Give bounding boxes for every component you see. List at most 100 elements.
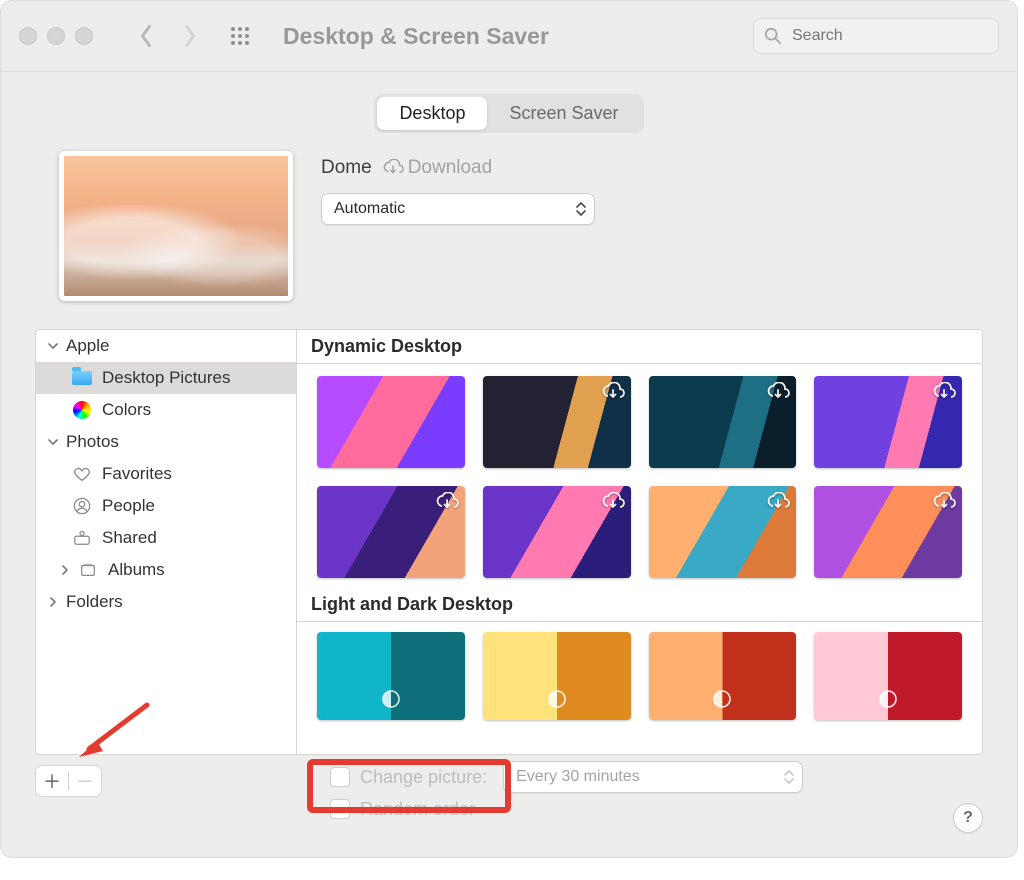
sidebar-item-label: Favorites <box>102 464 172 484</box>
wallpaper-thumb[interactable] <box>814 486 962 578</box>
download-cloud-icon <box>766 492 790 517</box>
chevron-right-icon <box>58 565 72 575</box>
thumb-row <box>297 474 982 584</box>
current-wallpaper-section: Dome Download Automatic <box>1 133 1017 301</box>
segmented-control: Desktop Screen Saver <box>374 94 643 133</box>
close-window-button[interactable] <box>19 27 37 45</box>
dynamic-mode-icon <box>547 689 567 714</box>
dynamic-mode-icon <box>381 689 401 714</box>
window-title: Desktop & Screen Saver <box>283 23 549 50</box>
search-input[interactable] <box>790 26 988 46</box>
sidebar-item-albums[interactable]: Albums <box>36 554 296 586</box>
sidebar-item-label: People <box>102 496 155 516</box>
forward-button[interactable] <box>173 19 207 53</box>
toolbar: Desktop & Screen Saver <box>1 1 1017 72</box>
download-cloud-icon <box>382 159 404 177</box>
source-sidebar: Apple Desktop Pictures Colors Photos Fav… <box>35 329 296 755</box>
search-field[interactable] <box>753 18 999 54</box>
wallpaper-thumb[interactable] <box>483 376 631 468</box>
sidebar-label: Folders <box>66 592 123 612</box>
download-label: Download <box>408 157 493 179</box>
person-circle-icon <box>72 496 92 516</box>
download-cloud-icon <box>932 492 956 517</box>
download-cloud-icon <box>766 382 790 407</box>
download-cloud-icon <box>932 382 956 407</box>
shared-icon <box>72 528 92 548</box>
sidebar-item-label: Albums <box>108 560 165 580</box>
main-split: Apple Desktop Pictures Colors Photos Fav… <box>35 329 983 755</box>
window-controls <box>19 27 93 45</box>
gallery-group-title: Dynamic Desktop <box>297 330 982 364</box>
wallpaper-thumb[interactable] <box>483 632 631 720</box>
sidebar-item-label: Colors <box>102 400 151 420</box>
sidebar-item-shared[interactable]: Shared <box>36 522 296 554</box>
change-interval-select[interactable]: Every 30 minutes <box>503 761 803 793</box>
tab-bar: Desktop Screen Saver <box>1 94 1017 133</box>
random-order-checkbox[interactable] <box>330 799 350 819</box>
sidebar-item-colors[interactable]: Colors <box>36 394 296 426</box>
wallpaper-thumb[interactable] <box>814 632 962 720</box>
wallpaper-thumb[interactable] <box>814 376 962 468</box>
help-button[interactable]: ? <box>953 803 983 833</box>
gallery-group-title: Light and Dark Desktop <box>297 584 982 622</box>
wallpaper-thumb[interactable] <box>483 486 631 578</box>
folder-icon <box>72 368 92 388</box>
bottom-controls: ＋ － Change picture: Every 30 minutes <box>35 761 983 825</box>
chevron-down-icon <box>46 341 60 351</box>
change-picture-checkbox[interactable] <box>330 767 350 787</box>
chevron-right-icon <box>181 24 199 48</box>
dynamic-mode-icon <box>878 689 898 714</box>
display-mode-select[interactable]: Automatic <box>321 193 595 225</box>
chevron-left-icon <box>137 24 155 48</box>
color-wheel-icon <box>72 400 92 420</box>
rotation-options: Change picture: Every 30 minutes Random … <box>330 761 803 825</box>
thumb-row <box>297 364 982 474</box>
show-all-button[interactable] <box>223 19 257 53</box>
wallpaper-meta: Dome Download Automatic <box>321 151 595 225</box>
wallpaper-thumb[interactable] <box>317 376 465 468</box>
download-link[interactable]: Download <box>382 157 493 179</box>
sidebar-item-favorites[interactable]: Favorites <box>36 458 296 490</box>
sidebar-group-folders[interactable]: Folders <box>36 586 296 618</box>
select-stepper-icon <box>576 202 586 216</box>
zoom-window-button[interactable] <box>75 27 93 45</box>
wallpaper-preview <box>59 151 293 301</box>
add-folder-button[interactable]: ＋ <box>36 768 68 794</box>
random-order-label: Random order <box>360 799 475 820</box>
thumb-row <box>297 622 982 720</box>
add-remove-folder: ＋ － <box>35 765 102 797</box>
download-cloud-icon <box>601 382 625 407</box>
sidebar-item-label: Shared <box>102 528 157 548</box>
sidebar-item-people[interactable]: People <box>36 490 296 522</box>
change-picture-label: Change picture: <box>360 767 487 788</box>
sidebar-group-apple[interactable]: Apple <box>36 330 296 362</box>
tab-desktop[interactable]: Desktop <box>377 97 487 130</box>
album-icon <box>78 560 98 580</box>
workspace: Desktop & Screen Saver Desktop Screen Sa… <box>0 0 1024 880</box>
back-button[interactable] <box>129 19 163 53</box>
chevron-right-icon <box>46 597 60 607</box>
grid-icon <box>229 25 251 47</box>
wallpaper-thumb[interactable] <box>649 376 797 468</box>
display-mode-value: Automatic <box>334 200 405 218</box>
wallpaper-name: Dome <box>321 157 372 179</box>
dynamic-mode-icon <box>712 689 732 714</box>
minimize-window-button[interactable] <box>47 27 65 45</box>
wallpaper-thumb[interactable] <box>649 486 797 578</box>
wallpaper-gallery[interactable]: Dynamic Desktop Light and Dark Desktop <box>296 329 983 755</box>
wallpaper-thumb[interactable] <box>317 632 465 720</box>
tab-screen-saver[interactable]: Screen Saver <box>487 97 640 130</box>
chevron-down-icon <box>46 437 60 447</box>
wallpaper-thumb[interactable] <box>649 632 797 720</box>
download-cloud-icon <box>435 492 459 517</box>
remove-folder-button[interactable]: － <box>69 768 101 794</box>
sidebar-label: Photos <box>66 432 119 452</box>
wallpaper-thumb[interactable] <box>317 486 465 578</box>
change-interval-value: Every 30 minutes <box>516 768 640 786</box>
select-stepper-icon <box>784 770 794 784</box>
sidebar-group-photos[interactable]: Photos <box>36 426 296 458</box>
sidebar-item-desktop-pictures[interactable]: Desktop Pictures <box>36 362 296 394</box>
preferences-window: Desktop & Screen Saver Desktop Screen Sa… <box>0 0 1018 858</box>
heart-icon <box>72 464 92 484</box>
download-cloud-icon <box>601 492 625 517</box>
